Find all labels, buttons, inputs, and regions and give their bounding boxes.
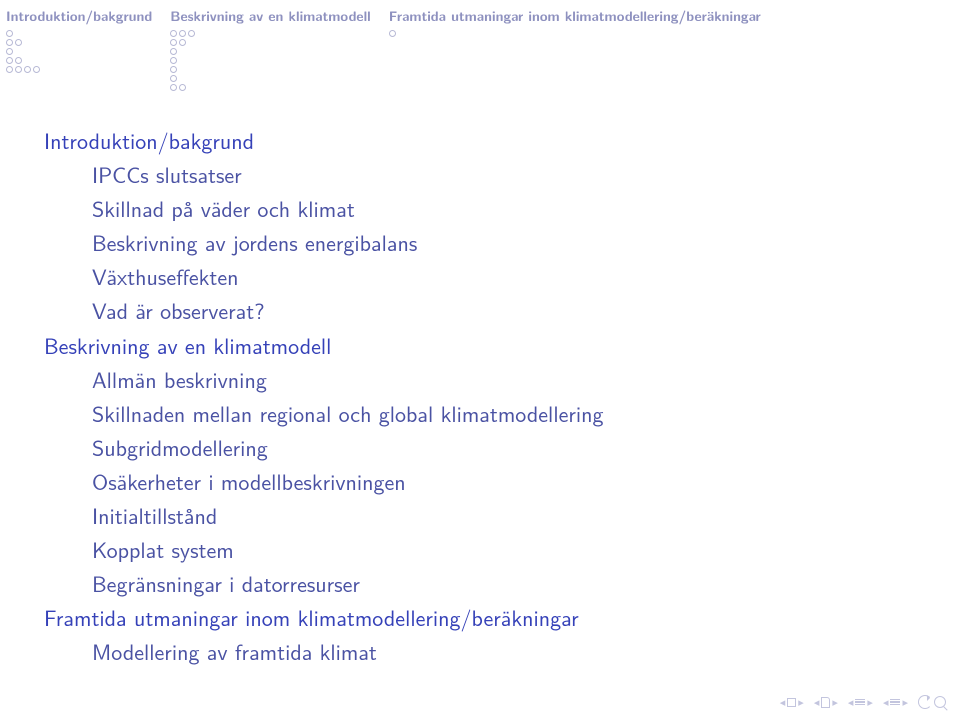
outline-subsection-link[interactable]: Kopplat system bbox=[44, 532, 930, 566]
slide-icon bbox=[787, 698, 796, 707]
progress-dot[interactable] bbox=[15, 39, 22, 46]
next-slide-icon[interactable]: ▸ bbox=[798, 694, 804, 710]
progress-dot-row bbox=[170, 39, 371, 46]
outline-subsection-link[interactable]: Beskrivning av jordens energibalans bbox=[44, 225, 930, 259]
prev-frame-icon[interactable]: ◂ bbox=[814, 694, 820, 710]
nav-frame-group[interactable]: ◂ ▸ bbox=[814, 694, 838, 710]
progress-dot[interactable] bbox=[6, 66, 13, 73]
progress-dot[interactable] bbox=[170, 66, 177, 73]
nav-section-group[interactable]: ◂ ▸ bbox=[848, 694, 873, 710]
frame-icon bbox=[821, 697, 830, 708]
progress-dot-row bbox=[6, 57, 152, 64]
progress-dot[interactable] bbox=[6, 30, 13, 37]
prev-section-icon[interactable]: ◂ bbox=[848, 694, 854, 710]
prev-subsection-icon[interactable]: ◂ bbox=[883, 694, 889, 710]
outline-subsection-link[interactable]: Osäkerheter i modellbeskrivningen bbox=[44, 464, 930, 498]
subsection-icon bbox=[890, 699, 900, 706]
progress-dot-row bbox=[170, 84, 371, 91]
header-section-title[interactable]: Beskrivning av en klimatmodell bbox=[170, 6, 371, 26]
outline-subsection-link[interactable]: Allmän beskrivning bbox=[44, 362, 930, 396]
progress-dot[interactable] bbox=[33, 66, 40, 73]
nav-slide-group[interactable]: ◂ ▸ bbox=[780, 694, 804, 710]
progress-dot[interactable] bbox=[170, 48, 177, 55]
header-section[interactable]: Framtida utmaningar inom klimatmodelleri… bbox=[389, 6, 761, 93]
progress-dot[interactable] bbox=[6, 48, 13, 55]
nav-back-forward[interactable] bbox=[918, 695, 946, 709]
progress-dot[interactable] bbox=[179, 84, 186, 91]
progress-dot[interactable] bbox=[6, 57, 13, 64]
header-section-title[interactable]: Introduktion/bakgrund bbox=[6, 6, 152, 26]
outline-subsection-link[interactable]: Växthuseffekten bbox=[44, 259, 930, 293]
progress-dot-row bbox=[170, 30, 371, 37]
outline-body: Introduktion/bakgrundIPCCs slutsatserSki… bbox=[0, 93, 960, 669]
progress-dot[interactable] bbox=[179, 39, 186, 46]
header-section-title[interactable]: Framtida utmaningar inom klimatmodelleri… bbox=[389, 6, 761, 26]
outline-section-link[interactable]: Introduktion/bakgrund bbox=[44, 123, 930, 157]
progress-dot[interactable] bbox=[6, 39, 13, 46]
outline-subsection-link[interactable]: Skillnaden mellan regional och global kl… bbox=[44, 396, 930, 430]
header-section[interactable]: Introduktion/bakgrund bbox=[6, 6, 152, 93]
undo-icon[interactable] bbox=[918, 695, 932, 709]
outline-subsection-link[interactable]: Modellering av framtida klimat bbox=[44, 634, 930, 668]
progress-dot-row bbox=[6, 48, 152, 55]
progress-dot[interactable] bbox=[389, 30, 396, 37]
outline-subsection-link[interactable]: Initialtillstånd bbox=[44, 498, 930, 532]
nav-subsection-group[interactable]: ◂ ▸ bbox=[883, 694, 908, 710]
section-icon bbox=[855, 699, 865, 706]
progress-dot[interactable] bbox=[170, 57, 177, 64]
progress-dot[interactable] bbox=[15, 66, 22, 73]
progress-dot-row bbox=[170, 75, 371, 82]
next-frame-icon[interactable]: ▸ bbox=[832, 694, 838, 710]
progress-dot[interactable] bbox=[170, 75, 177, 82]
prev-slide-icon[interactable]: ◂ bbox=[780, 694, 786, 710]
outline-subsection-link[interactable]: Skillnad på väder och klimat bbox=[44, 191, 930, 225]
progress-dot[interactable] bbox=[170, 39, 177, 46]
progress-dot-row bbox=[170, 57, 371, 64]
header-section[interactable]: Beskrivning av en klimatmodell bbox=[170, 6, 371, 93]
progress-dot[interactable] bbox=[179, 30, 186, 37]
progress-dot-row bbox=[170, 66, 371, 73]
outline-subsection-link[interactable]: Begränsningar i datorresurser bbox=[44, 566, 930, 600]
beamer-nav-footer: ◂ ▸ ◂ ▸ ◂ ▸ ◂ ▸ bbox=[780, 694, 946, 710]
progress-dot-row bbox=[6, 30, 152, 37]
progress-dot-row bbox=[6, 39, 152, 46]
progress-dot[interactable] bbox=[188, 30, 195, 37]
outline-section-link[interactable]: Beskrivning av en klimatmodell bbox=[44, 328, 930, 362]
search-icon[interactable] bbox=[934, 696, 946, 708]
next-section-icon[interactable]: ▸ bbox=[867, 694, 873, 710]
progress-dot[interactable] bbox=[24, 66, 31, 73]
progress-dot[interactable] bbox=[170, 30, 177, 37]
beamer-header: Introduktion/bakgrund Beskrivning av en k… bbox=[0, 0, 960, 93]
outline-subsection-link[interactable]: Vad är observerat? bbox=[44, 293, 930, 327]
outline-subsection-link[interactable]: IPCCs slutsatser bbox=[44, 157, 930, 191]
progress-dot[interactable] bbox=[15, 57, 22, 64]
progress-dot[interactable] bbox=[170, 84, 177, 91]
next-subsection-icon[interactable]: ▸ bbox=[902, 694, 908, 710]
progress-dot-row bbox=[6, 66, 152, 73]
outline-section-link[interactable]: Framtida utmaningar inom klimatmodelleri… bbox=[44, 600, 930, 634]
progress-dot-row bbox=[389, 30, 761, 37]
progress-dot-row bbox=[170, 48, 371, 55]
outline-subsection-link[interactable]: Subgridmodellering bbox=[44, 430, 930, 464]
